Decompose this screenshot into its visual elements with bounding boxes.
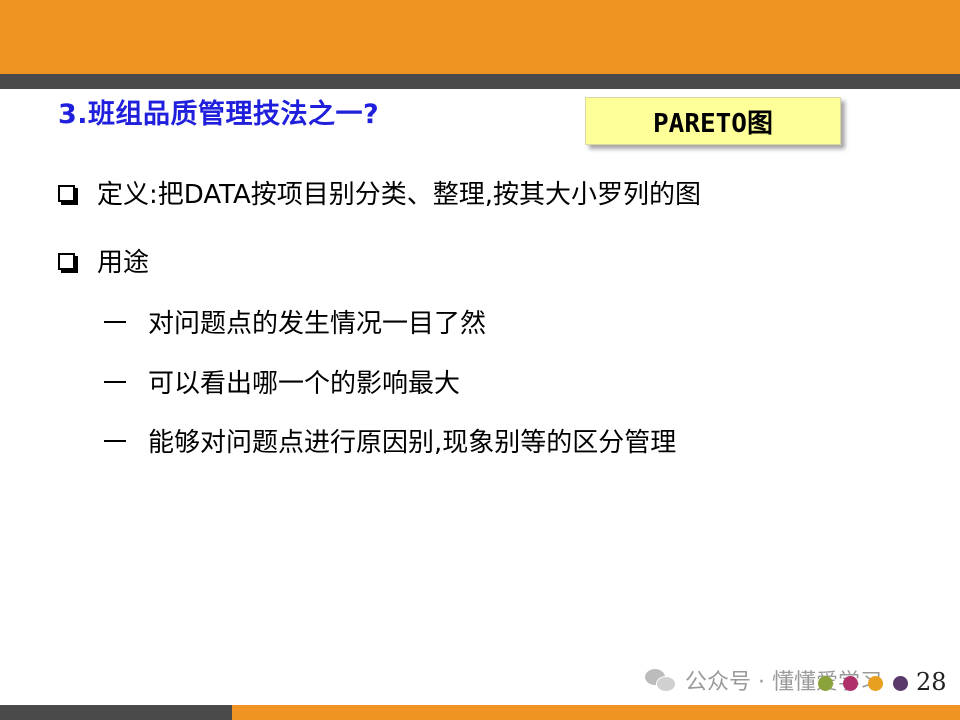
sub-item-text: 对问题点的发生情况一目了然 — [148, 309, 487, 339]
sub-item-text: 可以看出哪一个的影响最大 — [148, 369, 461, 399]
bullet-text: 用途 — [97, 248, 150, 278]
footer-bar-orange — [232, 705, 960, 720]
orange-dot-icon — [868, 676, 883, 691]
bullet-text: 定义:把DATA按项目别分类、整理,按其大小罗列的图 — [97, 180, 702, 210]
dash-bullet-icon — [104, 320, 126, 323]
dash-bullet-icon — [104, 380, 126, 383]
sub-item-text: 能够对问题点进行原因别,现象别等的区分管理 — [148, 428, 677, 458]
pareto-badge: PARETO图 — [585, 97, 841, 145]
page-number: 28 — [916, 668, 947, 696]
checkbox-bullet-icon — [58, 185, 75, 202]
slide-title: 3.班组品质管理技法之一? — [58, 99, 380, 130]
footer-bar-dark — [0, 705, 232, 720]
header-bar — [0, 0, 960, 74]
magenta-dot-icon — [843, 676, 858, 691]
dash-bullet-icon — [104, 439, 126, 442]
wechat-icon — [645, 667, 676, 693]
purple-dot-icon — [893, 676, 908, 691]
decorative-dots — [818, 676, 918, 691]
header-stripe — [0, 74, 960, 89]
sub-item-3: 能够对问题点进行原因别,现象别等的区分管理 — [104, 422, 676, 459]
green-dot-icon — [818, 676, 833, 691]
checkbox-bullet-icon — [58, 253, 75, 270]
sub-item-1: 对问题点的发生情况一目了然 — [104, 303, 486, 340]
sub-item-2: 可以看出哪一个的影响最大 — [104, 363, 460, 400]
bullet-usage: 用途 — [58, 242, 149, 279]
bullet-definition: 定义:把DATA按项目别分类、整理,按其大小罗列的图 — [58, 174, 701, 211]
